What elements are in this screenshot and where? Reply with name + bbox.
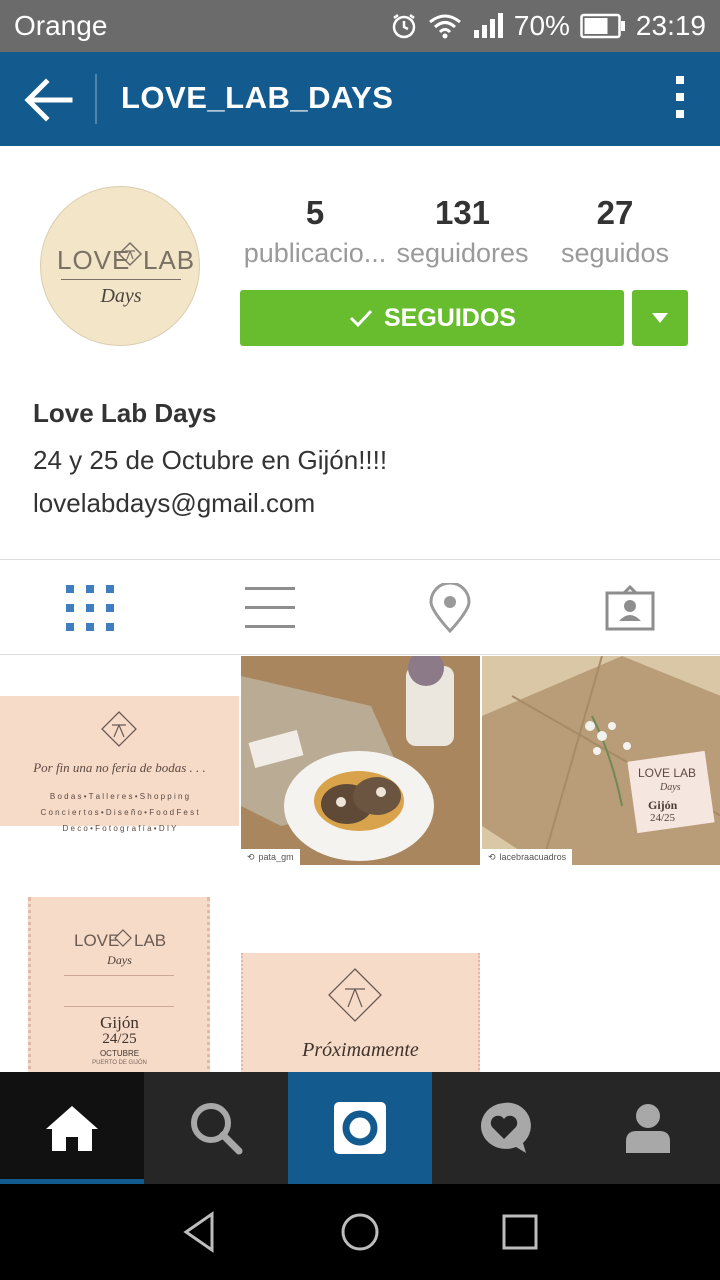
nav-profile[interactable]: [576, 1072, 720, 1184]
bio-email-link[interactable]: lovelabdays@gmail.com: [33, 488, 387, 519]
post-thumbnail-3[interactable]: LOVE LAB Days Gijón 24/25 ⟲ lacebraacuad…: [482, 656, 720, 865]
bottom-navigation: [0, 1072, 720, 1184]
arrow-left-icon[interactable]: [22, 74, 74, 126]
post-thumbnail-4[interactable]: LOVE LAB Days Gijón 24/25 OCTUBRE PUERTO…: [0, 867, 239, 1072]
nav-search[interactable]: [144, 1072, 288, 1184]
post-3-card-date: 24/25: [650, 812, 676, 824]
post-1-line-3: D e c o • F o t o g r a f í a • D I Y: [62, 824, 177, 833]
profile-bio: Love Lab Days 24 y 25 de Octubre en Gijó…: [33, 398, 387, 519]
tab-tagged[interactable]: [540, 560, 720, 656]
post-4-logo-right: LAB: [134, 931, 167, 950]
repost-badge: ⟲ pata_gm: [241, 849, 300, 865]
page-title: LOVE_LAB_DAYS: [121, 80, 394, 115]
avatar[interactable]: LOVE LAB Days: [40, 186, 200, 346]
post-4-date: 24/25: [102, 1031, 137, 1047]
logo-diamond-icon: [101, 711, 137, 747]
profile-icon: [626, 1104, 670, 1153]
status-icons: 70% 23:19: [390, 8, 706, 44]
repost-user: pata_gm: [258, 852, 294, 862]
post-5-script: Próximamente: [302, 1039, 419, 1061]
post-thumbnail-5[interactable]: Próximamente: [241, 867, 480, 1072]
checkmark-icon: [349, 309, 373, 328]
logo-diamond-icon: [328, 968, 382, 1022]
more-vertical-icon[interactable]: [670, 76, 690, 122]
signal-icon: [472, 12, 504, 40]
post-4-details-lines: [64, 975, 174, 1007]
recents-square-icon[interactable]: [496, 1208, 544, 1256]
stat-followers-label: seguidores: [396, 238, 529, 268]
post-1-line-2: C o n c i e r t o s • D i s e ñ o • F o …: [40, 808, 199, 817]
nav-camera[interactable]: [288, 1072, 432, 1184]
repost-badge: ⟲ lacebraacuadros: [482, 849, 573, 865]
camera-icon: [334, 1102, 386, 1154]
post-2-photo: [241, 656, 480, 865]
profile-stats: 5 publicacio... 131 seguidores 27 seguid…: [240, 194, 680, 274]
stat-posts-label: publicacio...: [243, 238, 387, 268]
post-3-photo: [482, 656, 720, 865]
activity-heart-icon: [480, 1102, 531, 1153]
stat-posts[interactable]: 5 publicacio...: [240, 194, 390, 269]
post-thumbnail-1[interactable]: Por fin una no feria de bodas . . . B o …: [0, 656, 239, 865]
search-icon: [191, 1103, 243, 1155]
posts-grid: Por fin una no feria de bodas . . . B o …: [0, 656, 720, 1072]
post-4-month: OCTUBRE: [99, 1049, 140, 1058]
post-4-logo-left: LOVE: [74, 931, 120, 950]
stat-followers[interactable]: 131 seguidores: [390, 194, 535, 269]
stat-posts-value: 5: [305, 194, 325, 231]
following-button-label: SEGUIDOS: [384, 303, 516, 332]
stat-following-label: seguidos: [560, 238, 670, 268]
avatar-logo-sub: Days: [100, 285, 142, 307]
battery-icon: [580, 13, 626, 39]
post-thumbnail-2[interactable]: ⟲ pata_gm: [241, 656, 480, 865]
carrier-name: Orange: [14, 10, 108, 41]
stat-following-value: 27: [596, 194, 634, 231]
grid-icon: [66, 585, 114, 631]
logo-diamond-icon: [117, 241, 143, 267]
home-icon: [46, 1106, 98, 1151]
app-bar-divider: [95, 74, 97, 124]
profile-name: Love Lab Days: [33, 398, 217, 428]
repost-icon: ⟲: [488, 851, 496, 862]
status-bar: Orange 70% 23:19: [0, 0, 720, 52]
follow-dropdown-button[interactable]: [632, 290, 688, 346]
post-3-card-logo: LOVE LAB: [638, 766, 697, 780]
avatar-logo-line: [61, 279, 181, 280]
post-4-city: Gijón: [100, 1013, 139, 1032]
list-icon: [245, 587, 295, 628]
post-1-script: Por fin una no feria de bodas . . .: [33, 760, 206, 775]
post-1-line-1: B o d a s • T a l l e r e s • S h o p p …: [49, 792, 190, 801]
back-triangle-icon[interactable]: [176, 1208, 224, 1256]
following-button[interactable]: SEGUIDOS: [240, 290, 624, 346]
logo-diamond-icon: [114, 929, 132, 947]
post-4-logo-sub: Days: [107, 953, 132, 967]
system-navigation-bar: [0, 1184, 720, 1280]
post-3-card-city: Gijón: [648, 798, 678, 812]
tab-list[interactable]: [180, 560, 360, 656]
post-4-place: PUERTO DE GIJÓN: [92, 1060, 147, 1066]
tagged-photos-icon: [605, 585, 655, 631]
alarm-icon: [390, 12, 418, 40]
post-3-card-sub: Days: [660, 782, 681, 793]
tab-location[interactable]: [360, 560, 540, 656]
tab-grid[interactable]: [0, 560, 180, 656]
top-app-bar: LOVE_LAB_DAYS: [0, 52, 720, 146]
home-circle-icon[interactable]: [336, 1208, 384, 1256]
repost-user: lacebraacuadros: [499, 852, 567, 862]
location-pin-icon: [429, 583, 471, 633]
bio-text: 24 y 25 de Octubre en Gijón!!!!: [33, 445, 388, 475]
stat-following[interactable]: 27 seguidos: [550, 194, 680, 269]
chevron-down-icon: [652, 313, 668, 323]
repost-icon: ⟲: [247, 851, 255, 862]
clock: 23:19: [635, 10, 706, 41]
stat-followers-value: 131: [434, 194, 491, 231]
battery-percent: 70%: [513, 10, 570, 41]
avatar-logo-right: LAB: [143, 245, 196, 275]
profile-view-tabs: [0, 559, 720, 655]
nav-activity[interactable]: [432, 1072, 576, 1184]
nav-home[interactable]: [0, 1072, 144, 1184]
wifi-icon: [428, 12, 462, 40]
